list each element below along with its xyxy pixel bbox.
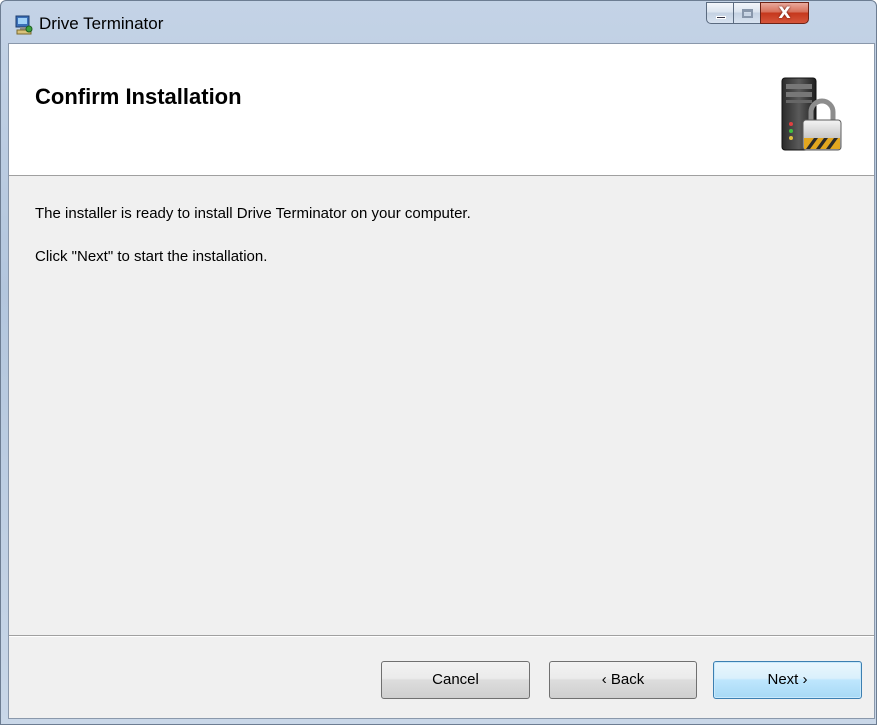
maximize-icon [742, 9, 753, 18]
installer-app-icon [15, 15, 33, 35]
dialog-client-area: Confirm Installation The installer is re… [8, 43, 875, 719]
footer-divider [9, 635, 874, 637]
next-button[interactable]: Next › [713, 661, 862, 699]
title-bar[interactable]: Drive Terminator X [1, 1, 876, 43]
page-title: Confirm Installation [35, 84, 242, 109]
close-button[interactable]: X [760, 2, 809, 24]
close-icon: X [778, 3, 791, 22]
minimize-button[interactable] [706, 2, 734, 24]
minimize-icon [716, 16, 726, 19]
computer-padlock-icon [781, 77, 842, 151]
ready-message: The installer is ready to install Drive … [35, 205, 471, 222]
next-instruction: Click "Next" to start the installation. [35, 248, 268, 265]
cancel-button[interactable]: Cancel [381, 661, 530, 699]
installer-window: Drive Terminator X Confirm Installation [0, 0, 877, 725]
window-title: Drive Terminator [39, 14, 164, 33]
header-banner: Confirm Installation [9, 44, 874, 176]
back-button[interactable]: ‹ Back [549, 661, 697, 699]
maximize-button[interactable] [733, 2, 761, 24]
